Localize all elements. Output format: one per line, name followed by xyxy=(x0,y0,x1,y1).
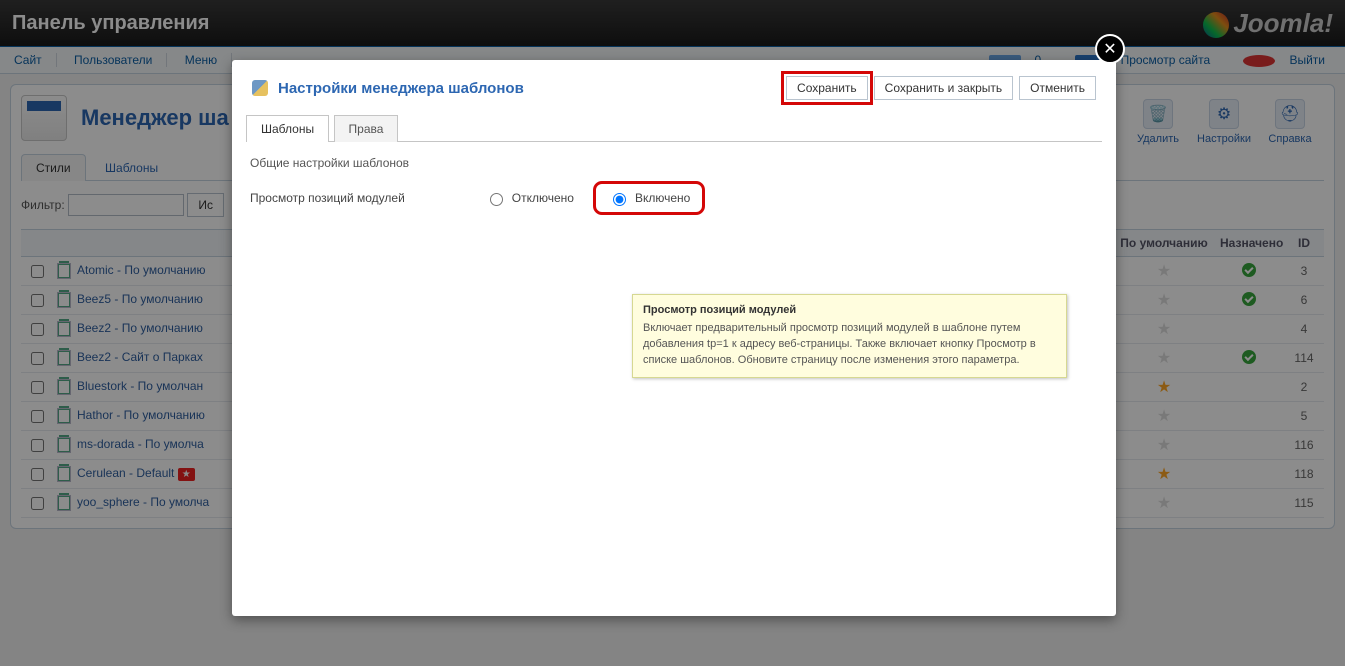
modal-section-heading: Общие настройки шаблонов xyxy=(250,156,1098,170)
tools-icon xyxy=(252,80,268,96)
radio-off[interactable]: Отключено xyxy=(485,190,574,206)
modal-tabs: Шаблоны Права xyxy=(246,114,1102,142)
modal-tab-rights[interactable]: Права xyxy=(334,115,399,142)
help-tooltip: Просмотр позиций модулей Включает предва… xyxy=(632,294,1067,378)
modal-title: Настройки менеджера шаблонов xyxy=(252,80,524,97)
tooltip-text: Включает предварительный просмотр позици… xyxy=(643,322,1036,366)
radio-on[interactable]: Включено xyxy=(600,188,698,208)
modal-tab-templates[interactable]: Шаблоны xyxy=(246,115,329,142)
tooltip-title: Просмотр позиций модулей xyxy=(643,303,1056,319)
option-label: Просмотр позиций модулей xyxy=(250,191,405,205)
radio-on-input[interactable] xyxy=(613,193,626,206)
save-button[interactable]: Сохранить xyxy=(786,76,868,100)
close-icon[interactable]: ✕ xyxy=(1095,34,1125,64)
radio-off-input[interactable] xyxy=(490,193,503,206)
modal-wrapper: ✕ Настройки менеджера шаблонов Сохранить… xyxy=(0,0,1345,666)
save-close-button[interactable]: Сохранить и закрыть xyxy=(874,76,1013,100)
settings-modal: Настройки менеджера шаблонов Сохранить С… xyxy=(232,60,1116,616)
cancel-button[interactable]: Отменить xyxy=(1019,76,1096,100)
